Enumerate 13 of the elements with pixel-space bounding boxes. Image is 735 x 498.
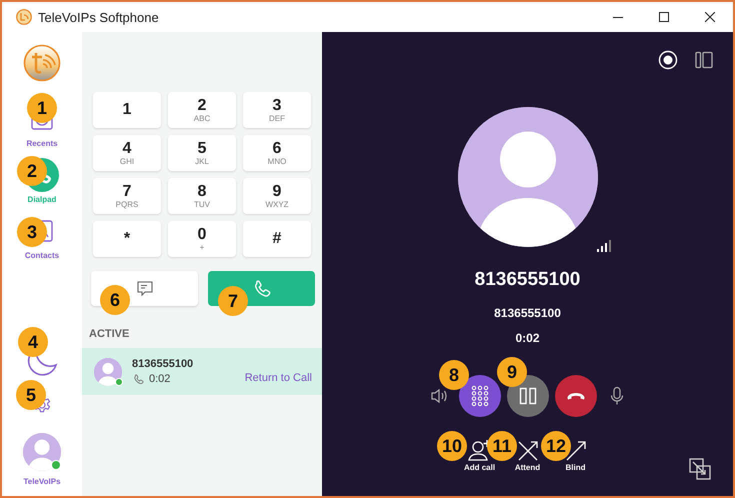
caller-number: 8136555100	[132, 358, 194, 370]
profile-name: TeleVoIPs	[23, 477, 61, 486]
callout-tooltip: 4	[18, 327, 48, 357]
callout-tooltip: 1	[27, 93, 57, 123]
call-timer: 0:02	[515, 331, 540, 345]
callout-tooltip: 3	[17, 217, 47, 247]
section-heading: ACTIVE	[89, 328, 130, 340]
callout-tooltip: 5	[16, 380, 46, 410]
call-duration: 0:02	[149, 373, 170, 385]
caller-number: 8136555100	[494, 306, 561, 320]
window-title: TeleVoIPs Softphone	[38, 10, 159, 24]
caller-name: 8136555100	[474, 269, 580, 291]
callout-tooltip: 2	[17, 156, 47, 186]
